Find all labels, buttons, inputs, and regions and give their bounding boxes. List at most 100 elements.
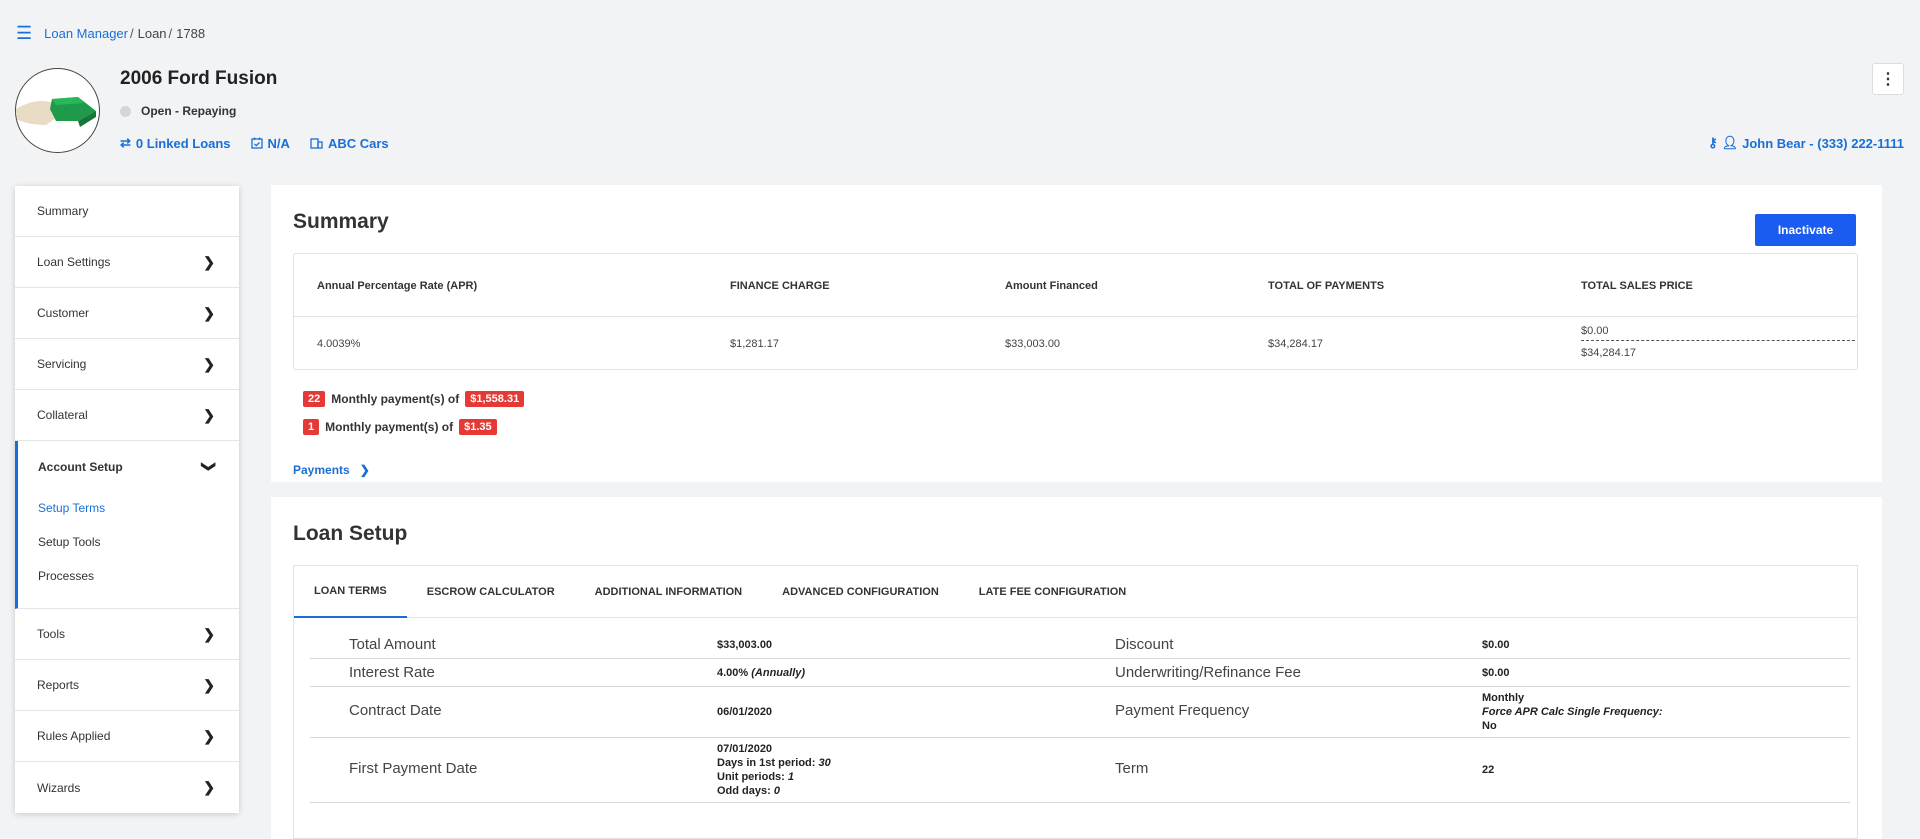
sidebar-subitem-setup-terms[interactable]: Setup Terms <box>18 492 239 526</box>
payment-amount-badge: $1,558.31 <box>465 391 525 407</box>
unit-periods-label: Unit periods: <box>717 771 785 783</box>
header-amount-financed: Amount Financed <box>1005 280 1098 292</box>
amount-financed-value: $33,003.00 <box>1005 338 1061 350</box>
dealer-label: ABC Cars <box>327 135 389 151</box>
loan-setup-box: LOAN TERMS ESCROW CALCULATOR ADDITIONAL … <box>293 565 1858 839</box>
status-text: Open - Repaying <box>141 104 237 118</box>
summary-panel: Summary Inactivate Annual Percentage Rat… <box>271 185 1882 482</box>
contract-date-value: 06/01/2020 <box>717 706 773 718</box>
sidebar-item-account-setup[interactable]: Account Setup ❯ <box>18 441 239 492</box>
tab-additional-information[interactable]: ADDITIONAL INFORMATION <box>575 566 762 618</box>
sidebar-item-summary[interactable]: Summary <box>15 186 239 237</box>
linked-loans-link[interactable]: ⇄ 0 Linked Loans <box>120 135 231 151</box>
first-payment-value: 07/01/2020 Days in 1st period: 30 Unit p… <box>717 742 831 798</box>
days-first-period-label: Days in 1st period: <box>717 757 816 769</box>
chevron-right-icon: ❯ <box>203 727 215 744</box>
table-row: Interest Rate 4.00% (Annually) Underwrit… <box>310 659 1850 687</box>
table-row: Contract Date 06/01/2020 Payment Frequen… <box>310 687 1850 738</box>
first-payment-label: First Payment Date <box>349 760 478 777</box>
date-link[interactable]: N/A <box>250 135 290 151</box>
sidebar-item-wizards[interactable]: Wizards ❯ <box>15 762 239 813</box>
sales-price-total: $34,284.17 <box>1581 347 1637 359</box>
loan-setup-title: Loan Setup <box>293 522 408 545</box>
breadcrumb-loan-manager[interactable]: Loan Manager <box>44 26 128 41</box>
sidebar-item-label: Customer <box>37 306 90 320</box>
header-links: ⇄ 0 Linked Loans N/A ABC Cars <box>120 135 389 151</box>
tab-escrow-calculator[interactable]: ESCROW CALCULATOR <box>407 566 575 618</box>
sidebar-item-collateral[interactable]: Collateral ❯ <box>15 390 239 441</box>
swap-arrows-icon: ⇄ <box>120 135 131 150</box>
sidebar-item-label: Reports <box>37 678 80 692</box>
loan-setup-tabs: LOAN TERMS ESCROW CALCULATOR ADDITIONAL … <box>294 566 1857 618</box>
contact-link[interactable]: ⚷ 👤︎ John Bear - (333) 222-1111 <box>1708 135 1904 151</box>
sidebar-subitem-setup-tools[interactable]: Setup Tools <box>18 526 239 560</box>
payment-count-badge: 22 <box>303 391 326 407</box>
payment-line: 22 Monthly payment(s) of $1,558.31 <box>303 391 525 407</box>
total-sales-price-value: $0.00 $34,284.17 <box>1581 325 1855 359</box>
table-row: Total Amount $33,003.00 Discount $0.00 <box>310 631 1850 659</box>
sidebar-item-label: Summary <box>37 204 89 218</box>
loan-terms-table: Total Amount $33,003.00 Discount $0.00 I… <box>310 631 1850 803</box>
payment-line: 1 Monthly payment(s) of $1.35 <box>303 419 497 435</box>
payment-frequency-label: Payment Frequency <box>1115 702 1250 719</box>
hamburger-menu-icon[interactable]: ☰ <box>16 24 32 42</box>
chevron-right-icon: ❯ <box>203 355 215 372</box>
sidebar-item-loan-settings[interactable]: Loan Settings ❯ <box>15 237 239 288</box>
sidebar-item-customer[interactable]: Customer ❯ <box>15 288 239 339</box>
apr-value: 4.0039% <box>317 338 361 350</box>
sales-price-down-payment: $0.00 <box>1581 325 1855 341</box>
days-first-period-value: 30 <box>818 757 831 769</box>
fee-label: Underwriting/Refinance Fee <box>1115 664 1301 681</box>
vehicle-image <box>16 97 96 127</box>
header-finance-charge: FINANCE CHARGE <box>730 280 830 292</box>
sidebar-item-tools[interactable]: Tools ❯ <box>15 609 239 660</box>
sidebar-item-label: Collateral <box>37 408 88 422</box>
sidebar-item-reports[interactable]: Reports ❯ <box>15 660 239 711</box>
chevron-right-icon: ❯ <box>203 253 215 270</box>
breadcrumb-loan: Loan <box>137 25 167 41</box>
summary-title: Summary <box>293 210 389 233</box>
user-icon: 👤︎ <box>1721 135 1739 150</box>
chevron-right-icon: ❯ <box>203 676 215 693</box>
more-options-button[interactable]: ⋮ <box>1872 63 1904 95</box>
payment-frequency-value: Monthly Force APR Calc Single Frequency:… <box>1482 691 1663 733</box>
payment-line-text: Monthly payment(s) of <box>331 392 460 406</box>
odd-days-label: Odd days: <box>717 785 771 797</box>
tab-loan-terms[interactable]: LOAN TERMS <box>294 566 407 618</box>
first-payment-date: 07/01/2020 <box>717 743 773 755</box>
sidebar-item-label: Account Setup <box>38 459 123 474</box>
finance-charge-value: $1,281.17 <box>730 338 779 350</box>
payment-frequency-text: Monthly <box>1482 692 1525 704</box>
total-amount-label: Total Amount <box>349 636 436 653</box>
term-value: 22 <box>1482 764 1495 776</box>
calendar-check-icon <box>250 137 263 149</box>
status-badge: Open - Repaying <box>120 104 236 118</box>
discount-value: $0.00 <box>1482 639 1510 651</box>
summary-table: Annual Percentage Rate (APR) FINANCE CHA… <box>293 253 1858 370</box>
interest-rate-period: (Annually) <box>751 667 806 679</box>
payments-link-label: Payments <box>293 463 350 477</box>
payments-link[interactable]: Payments ❯ <box>293 463 370 477</box>
sidebar-subitem-processes[interactable]: Processes <box>18 560 239 594</box>
breadcrumb-separator: / <box>129 25 134 41</box>
sidebar-item-servicing[interactable]: Servicing ❯ <box>15 339 239 390</box>
sidebar-group-account-setup: Account Setup ❯ Setup Terms Setup Tools P… <box>15 441 239 609</box>
header-total-sales-price: TOTAL SALES PRICE <box>1581 280 1693 292</box>
total-of-payments-value: $34,284.17 <box>1268 338 1324 350</box>
dealer-link[interactable]: ABC Cars <box>310 135 389 151</box>
chevron-right-icon: ❯ <box>203 779 215 795</box>
inactivate-button[interactable]: Inactivate <box>1755 214 1856 246</box>
sidebar-item-rules-applied[interactable]: Rules Applied ❯ <box>15 711 239 762</box>
breadcrumb: ☰ Loan Manager / Loan / 1788 <box>16 24 205 42</box>
header-total-of-payments: TOTAL OF PAYMENTS <box>1268 280 1385 292</box>
odd-days-value: 0 <box>773 785 780 797</box>
date-label: N/A <box>267 135 290 151</box>
tab-advanced-configuration[interactable]: ADVANCED CONFIGURATION <box>762 566 959 618</box>
building-icon <box>310 137 323 149</box>
vertical-dots-icon: ⋮ <box>1880 71 1896 88</box>
tab-late-fee-configuration[interactable]: LATE FEE CONFIGURATION <box>959 566 1146 618</box>
linked-loans-label: 0 Linked Loans <box>135 135 231 151</box>
fee-value: $0.00 <box>1482 667 1510 679</box>
sidebar-item-label: Rules Applied <box>37 729 111 743</box>
contract-date-label: Contract Date <box>349 702 442 719</box>
